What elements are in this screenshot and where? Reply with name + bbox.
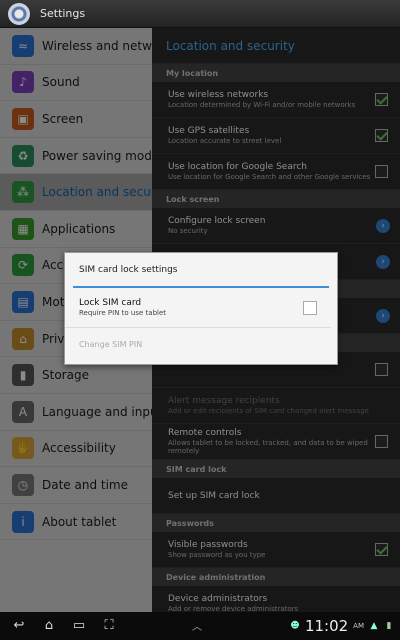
- android-icon: ☻: [290, 621, 300, 631]
- dialog-title: SIM card lock settings: [79, 264, 178, 275]
- clock-period: AM: [353, 622, 364, 630]
- home-icon[interactable]: ⌂: [38, 617, 60, 635]
- lock-sim-card-checkbox[interactable]: [303, 300, 317, 315]
- chevron-up-icon[interactable]: ︿: [192, 618, 202, 633]
- title-bar: Settings: [0, 0, 400, 28]
- back-icon[interactable]: ↩: [8, 617, 30, 635]
- status-area[interactable]: ☻ 11:02 AM ▲ ▮: [290, 612, 394, 640]
- clock-time: 11:02: [304, 617, 349, 635]
- lock-sim-card-title: Lock SIM card: [79, 298, 142, 308]
- recent-apps-icon[interactable]: ▭: [68, 617, 90, 635]
- app-title: Settings: [40, 7, 86, 20]
- signal-icon: ▲: [370, 621, 378, 631]
- sim-card-lock-dialog: SIM card lock settings Lock SIM card Req…: [64, 252, 338, 365]
- lock-sim-card-subtitle: Require PIN to use tablet: [79, 309, 167, 317]
- change-sim-pin-option[interactable]: Change SIM PIN: [65, 328, 337, 361]
- system-navigation-bar: ↩ ⌂ ▭ ⛶ ︿ ☻ 11:02 AM ▲ ▮: [0, 612, 400, 640]
- battery-icon: ▮: [386, 621, 392, 631]
- lock-sim-card-option[interactable]: Lock SIM card Require PIN to use tablet: [65, 288, 331, 328]
- screenshot-icon[interactable]: ⛶: [98, 617, 120, 635]
- settings-app-icon: [8, 2, 30, 25]
